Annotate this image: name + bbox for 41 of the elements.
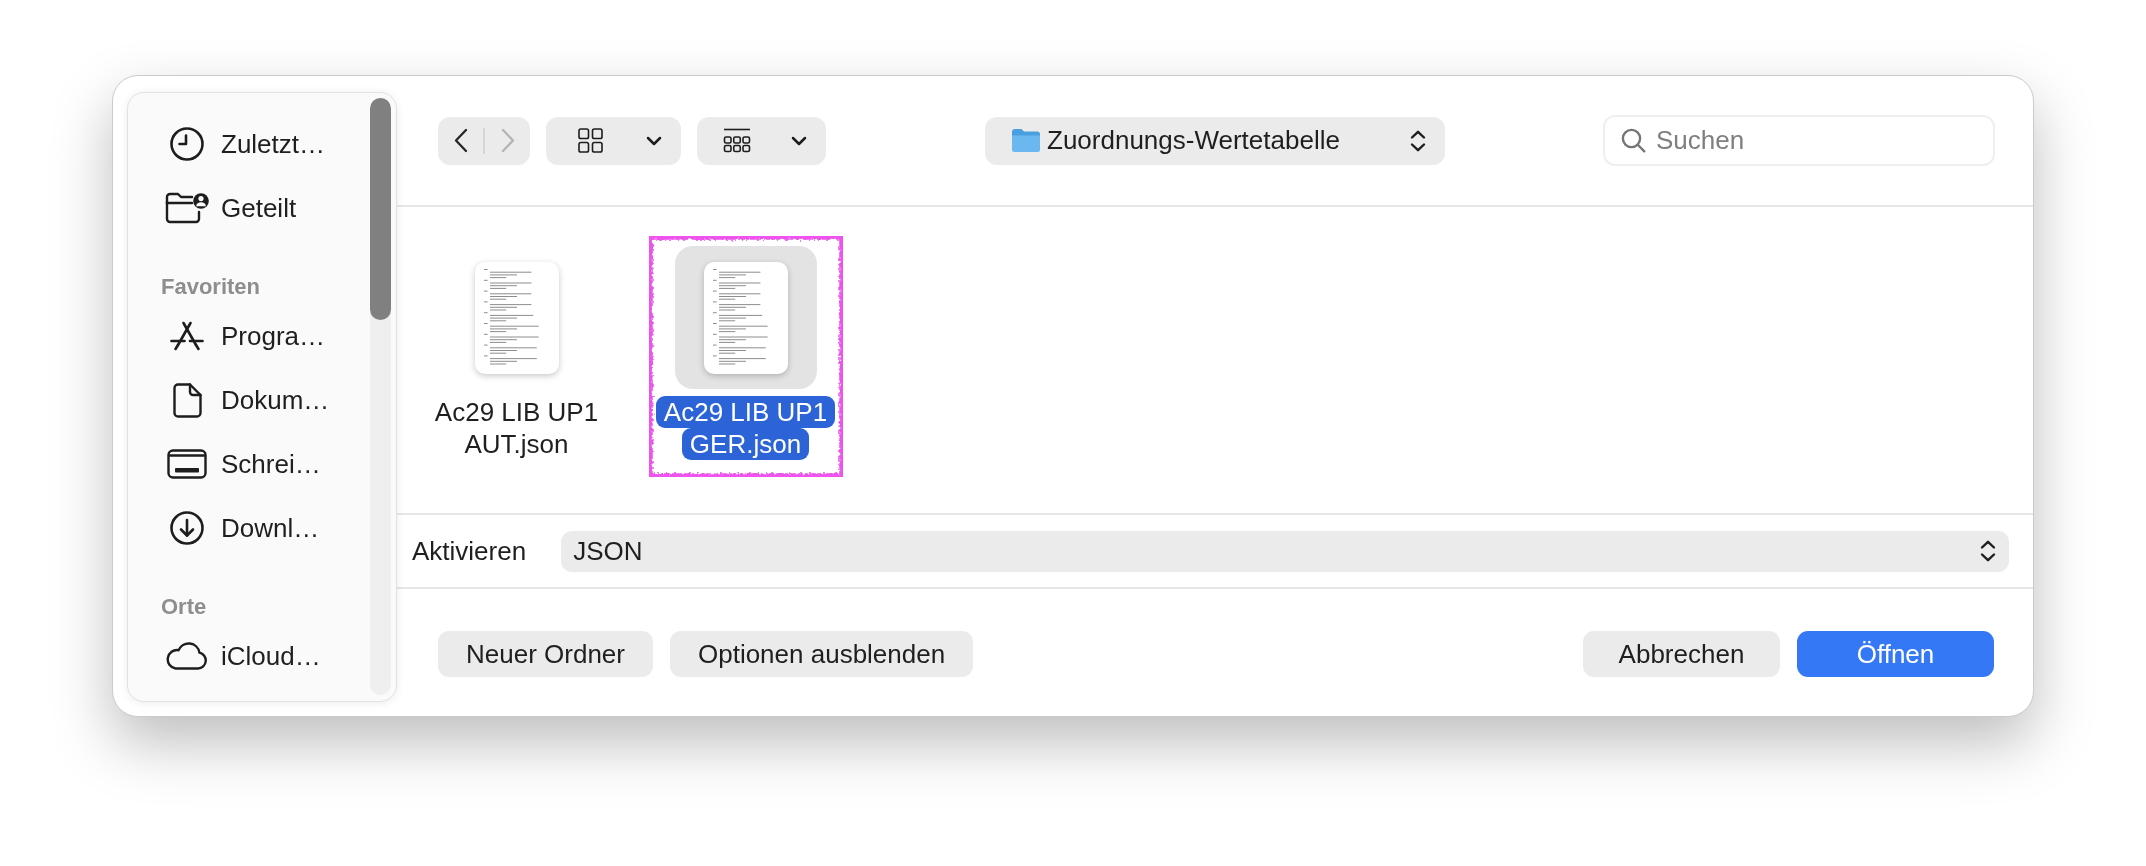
- group-button[interactable]: [697, 116, 826, 165]
- shared-folder-icon: [165, 192, 209, 224]
- view-mode-button[interactable]: [546, 116, 681, 165]
- desktop-icon: [167, 449, 207, 479]
- sidebar-item[interactable]: Schrei…: [138, 432, 362, 496]
- format-popup[interactable]: JSON: [561, 530, 2009, 572]
- scrollbar-thumb[interactable]: [370, 98, 391, 320]
- chevron-right-icon: [499, 128, 516, 153]
- sidebar-section-header: Favoriten: [161, 273, 261, 301]
- sidebar-item[interactable]: Dokum…: [138, 368, 362, 432]
- dialog-button[interactable]: Abbrechen: [1583, 631, 1780, 677]
- file-name[interactable]: Ac29 LIB UP1 GER.json: [653, 396, 838, 460]
- chevron-left-icon: [452, 128, 469, 153]
- format-label: Aktivieren: [412, 534, 527, 568]
- dialog-button[interactable]: Optionen ausblenden: [669, 631, 974, 677]
- folder-path-popup[interactable]: Zuordnungs-Wertetabelle: [985, 116, 1445, 165]
- app-store-icon: [169, 321, 205, 351]
- dialog-button[interactable]: Neuer Ordner: [438, 631, 653, 677]
- cloud-icon: [166, 642, 208, 670]
- up-down-chevron-icon: [1980, 540, 1996, 562]
- download-icon: [170, 511, 204, 545]
- search-field[interactable]: Suchen: [1603, 115, 1995, 166]
- sidebar-item[interactable]: Progra…: [138, 304, 362, 368]
- sidebar-item[interactable]: Zuletzt…: [138, 112, 362, 176]
- open-button[interactable]: Öffnen: [1797, 631, 1994, 677]
- chevron-down-icon: [791, 135, 807, 146]
- document-thumbnail-icon[interactable]: [474, 261, 559, 374]
- file-name[interactable]: Ac29 LIB UP1 AUT.json: [424, 396, 609, 460]
- document-thumbnail-icon[interactable]: [703, 261, 788, 374]
- sidebar-item[interactable]: Downl…: [138, 496, 362, 560]
- sidebar-item[interactable]: Geteilt: [138, 176, 362, 240]
- clock-icon: [170, 127, 204, 161]
- folder-icon: [1011, 128, 1041, 153]
- up-down-chevron-icon: [1410, 129, 1426, 152]
- grid-view-icon: [578, 128, 603, 153]
- sidebar-item[interactable]: iCloud…: [138, 624, 362, 688]
- sidebar-section-header: Orte: [161, 593, 207, 621]
- document-icon: [172, 382, 202, 418]
- search-icon: [1621, 128, 1646, 153]
- chevron-down-icon: [646, 135, 662, 146]
- grouped-grid-icon: [723, 128, 751, 153]
